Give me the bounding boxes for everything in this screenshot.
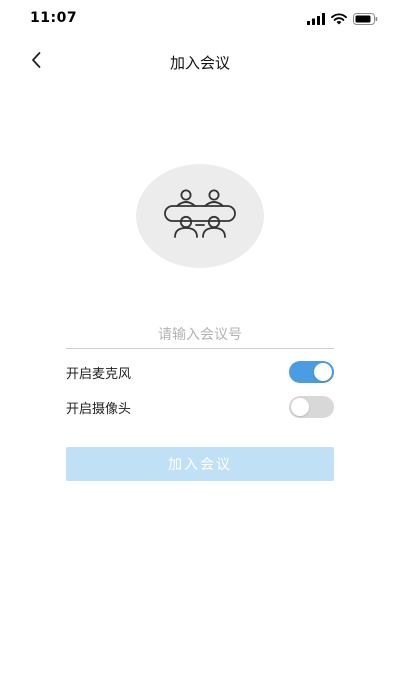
camera-label: 开启摄像头 (66, 401, 132, 417)
meeting-number-input[interactable] (66, 322, 334, 348)
battery-icon (353, 10, 378, 29)
camera-toggle-knob (291, 398, 309, 416)
wifi-icon (331, 10, 347, 29)
microphone-toggle-knob (314, 363, 332, 381)
camera-toggle[interactable] (289, 396, 334, 418)
microphone-row: 开启麦克风 (66, 360, 334, 384)
microphone-toggle[interactable] (289, 361, 334, 383)
meeting-illustration (136, 164, 264, 268)
meeting-table-icon (162, 187, 238, 245)
join-meeting-button[interactable]: 加入会议 (66, 447, 334, 481)
join-meeting-screen: 11:07 加入会议 请输入会议号 开启麦克风 开启摄像头 加入会议 (0, 0, 400, 700)
nav-header: 加入会议 (0, 44, 400, 78)
signal-bars-icon (307, 10, 325, 29)
meeting-number-field (66, 322, 334, 349)
status-time: 11:07 (30, 10, 78, 26)
camera-row: 开启摄像头 (66, 395, 334, 419)
page-title: 加入会议 (169, 54, 230, 72)
status-icons (307, 12, 378, 26)
microphone-label: 开启麦克风 (66, 366, 132, 382)
status-bar: 11:07 (0, 0, 400, 38)
